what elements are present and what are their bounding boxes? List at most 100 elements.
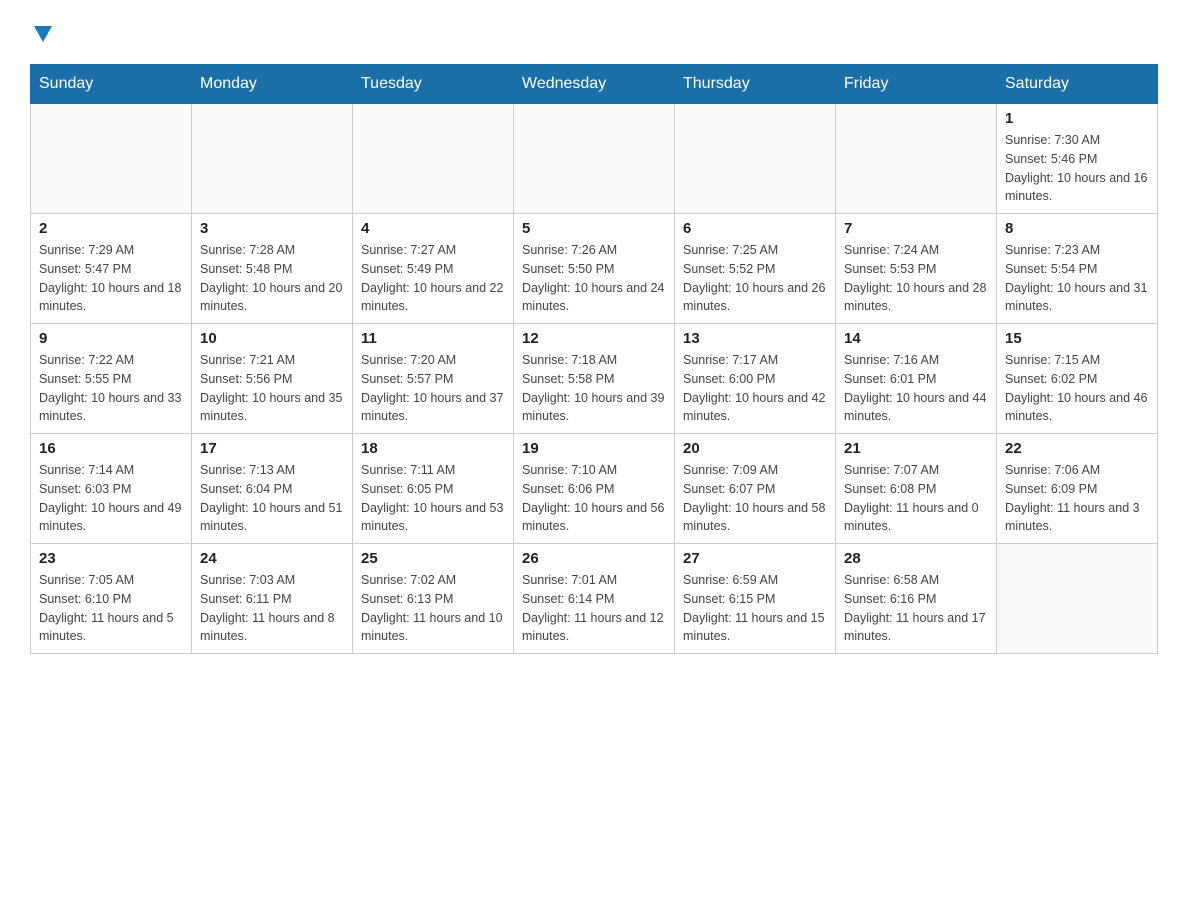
calendar-cell: 27Sunrise: 6:59 AMSunset: 6:15 PMDayligh… (675, 544, 836, 654)
day-number: 28 (844, 550, 988, 567)
calendar-week-row: 9Sunrise: 7:22 AMSunset: 5:55 PMDaylight… (31, 324, 1158, 434)
calendar-week-row: 2 Sunrise: 7:29 AMSunset: 5:47 PMDaylight… (31, 214, 1158, 324)
day-number: 14 (844, 330, 988, 347)
calendar-cell (836, 104, 997, 214)
calendar-day-header: Tuesday (353, 65, 514, 104)
day-info: Sunrise: 7:05 AMSunset: 6:10 PMDaylight:… (39, 571, 183, 646)
day-info: Sunrise: 7:28 AMSunset: 5:48 PMDaylight:… (200, 241, 344, 316)
calendar-cell: 8 Sunrise: 7:23 AMSunset: 5:54 PMDaylight… (997, 214, 1158, 324)
calendar-cell: 14 Sunrise: 7:16 AMSunset: 6:01 PMDayligh… (836, 324, 997, 434)
day-number: 1 (1005, 110, 1149, 127)
day-info: Sunrise: 7:07 AMSunset: 6:08 PMDaylight:… (844, 461, 988, 536)
day-number: 15 (1005, 330, 1149, 347)
day-info: Sunrise: 7:30 AMSunset: 5:46 PMDaylight:… (1005, 131, 1149, 206)
day-info: Sunrise: 7:21 AMSunset: 5:56 PMDaylight:… (200, 351, 344, 426)
day-info: Sunrise: 7:06 AMSunset: 6:09 PMDaylight:… (1005, 461, 1149, 536)
calendar-week-row: 16Sunrise: 7:14 AMSunset: 6:03 PMDayligh… (31, 434, 1158, 544)
calendar-cell: 1 Sunrise: 7:30 AMSunset: 5:46 PMDaylight… (997, 104, 1158, 214)
calendar-table: SundayMondayTuesdayWednesdayThursdayFrid… (30, 64, 1158, 654)
day-number: 16 (39, 440, 183, 457)
day-info: Sunrise: 7:29 AMSunset: 5:47 PMDaylight:… (39, 241, 183, 316)
calendar-cell: 25 Sunrise: 7:02 AMSunset: 6:13 PMDayligh… (353, 544, 514, 654)
calendar-header-row: SundayMondayTuesdayWednesdayThursdayFrid… (31, 65, 1158, 104)
day-number: 10 (200, 330, 344, 347)
calendar-cell: 11 Sunrise: 7:20 AMSunset: 5:57 PMDayligh… (353, 324, 514, 434)
calendar-cell (997, 544, 1158, 654)
calendar-cell: 9Sunrise: 7:22 AMSunset: 5:55 PMDaylight… (31, 324, 192, 434)
calendar-day-header: Friday (836, 65, 997, 104)
day-info: Sunrise: 7:25 AMSunset: 5:52 PMDaylight:… (683, 241, 827, 316)
calendar-cell: 5 Sunrise: 7:26 AMSunset: 5:50 PMDaylight… (514, 214, 675, 324)
day-number: 6 (683, 220, 827, 237)
day-number: 8 (1005, 220, 1149, 237)
calendar-cell: 10 Sunrise: 7:21 AMSunset: 5:56 PMDayligh… (192, 324, 353, 434)
calendar-day-header: Sunday (31, 65, 192, 104)
day-number: 20 (683, 440, 827, 457)
calendar-cell: 28Sunrise: 6:58 AMSunset: 6:16 PMDayligh… (836, 544, 997, 654)
calendar-week-row: 1 Sunrise: 7:30 AMSunset: 5:46 PMDaylight… (31, 104, 1158, 214)
calendar-cell: 7 Sunrise: 7:24 AMSunset: 5:53 PMDaylight… (836, 214, 997, 324)
day-number: 25 (361, 550, 505, 567)
calendar-cell: 22 Sunrise: 7:06 AMSunset: 6:09 PMDayligh… (997, 434, 1158, 544)
day-number: 13 (683, 330, 827, 347)
day-info: Sunrise: 7:13 AMSunset: 6:04 PMDaylight:… (200, 461, 344, 536)
day-number: 3 (200, 220, 344, 237)
calendar-cell: 13 Sunrise: 7:17 AMSunset: 6:00 PMDayligh… (675, 324, 836, 434)
calendar-cell (31, 104, 192, 214)
day-number: 7 (844, 220, 988, 237)
logo-triangle-icon (32, 22, 54, 44)
calendar-cell: 21 Sunrise: 7:07 AMSunset: 6:08 PMDayligh… (836, 434, 997, 544)
day-number: 5 (522, 220, 666, 237)
day-info: Sunrise: 7:15 AMSunset: 6:02 PMDaylight:… (1005, 351, 1149, 426)
day-info: Sunrise: 7:24 AMSunset: 5:53 PMDaylight:… (844, 241, 988, 316)
calendar-cell: 6 Sunrise: 7:25 AMSunset: 5:52 PMDaylight… (675, 214, 836, 324)
calendar-cell: 2 Sunrise: 7:29 AMSunset: 5:47 PMDaylight… (31, 214, 192, 324)
calendar-cell (192, 104, 353, 214)
calendar-cell: 4 Sunrise: 7:27 AMSunset: 5:49 PMDaylight… (353, 214, 514, 324)
calendar-day-header: Wednesday (514, 65, 675, 104)
page-header (30, 20, 1158, 44)
calendar-cell: 23 Sunrise: 7:05 AMSunset: 6:10 PMDayligh… (31, 544, 192, 654)
day-number: 23 (39, 550, 183, 567)
day-info: Sunrise: 7:22 AMSunset: 5:55 PMDaylight:… (39, 351, 183, 426)
calendar-cell: 3 Sunrise: 7:28 AMSunset: 5:48 PMDaylight… (192, 214, 353, 324)
day-number: 24 (200, 550, 344, 567)
day-number: 21 (844, 440, 988, 457)
day-info: Sunrise: 7:17 AMSunset: 6:00 PMDaylight:… (683, 351, 827, 426)
calendar-cell: 26 Sunrise: 7:01 AMSunset: 6:14 PMDayligh… (514, 544, 675, 654)
day-number: 26 (522, 550, 666, 567)
day-info: Sunrise: 7:03 AMSunset: 6:11 PMDaylight:… (200, 571, 344, 646)
day-number: 4 (361, 220, 505, 237)
calendar-cell: 24 Sunrise: 7:03 AMSunset: 6:11 PMDayligh… (192, 544, 353, 654)
day-number: 2 (39, 220, 183, 237)
day-info: Sunrise: 7:16 AMSunset: 6:01 PMDaylight:… (844, 351, 988, 426)
day-info: Sunrise: 7:09 AMSunset: 6:07 PMDaylight:… (683, 461, 827, 536)
day-number: 12 (522, 330, 666, 347)
calendar-cell: 20 Sunrise: 7:09 AMSunset: 6:07 PMDayligh… (675, 434, 836, 544)
calendar-cell (514, 104, 675, 214)
calendar-day-header: Saturday (997, 65, 1158, 104)
day-info: Sunrise: 7:27 AMSunset: 5:49 PMDaylight:… (361, 241, 505, 316)
calendar-cell: 19Sunrise: 7:10 AMSunset: 6:06 PMDayligh… (514, 434, 675, 544)
day-info: Sunrise: 7:01 AMSunset: 6:14 PMDaylight:… (522, 571, 666, 646)
day-info: Sunrise: 7:20 AMSunset: 5:57 PMDaylight:… (361, 351, 505, 426)
day-number: 17 (200, 440, 344, 457)
day-info: Sunrise: 7:02 AMSunset: 6:13 PMDaylight:… (361, 571, 505, 646)
logo (30, 20, 54, 44)
day-number: 22 (1005, 440, 1149, 457)
calendar-cell (675, 104, 836, 214)
calendar-cell: 12Sunrise: 7:18 AMSunset: 5:58 PMDayligh… (514, 324, 675, 434)
calendar-cell (353, 104, 514, 214)
day-info: Sunrise: 7:11 AMSunset: 6:05 PMDaylight:… (361, 461, 505, 536)
day-info: Sunrise: 7:23 AMSunset: 5:54 PMDaylight:… (1005, 241, 1149, 316)
calendar-day-header: Monday (192, 65, 353, 104)
day-number: 11 (361, 330, 505, 347)
calendar-day-header: Thursday (675, 65, 836, 104)
day-number: 18 (361, 440, 505, 457)
calendar-week-row: 23 Sunrise: 7:05 AMSunset: 6:10 PMDayligh… (31, 544, 1158, 654)
calendar-cell: 16Sunrise: 7:14 AMSunset: 6:03 PMDayligh… (31, 434, 192, 544)
day-info: Sunrise: 7:26 AMSunset: 5:50 PMDaylight:… (522, 241, 666, 316)
day-info: Sunrise: 6:59 AMSunset: 6:15 PMDaylight:… (683, 571, 827, 646)
calendar-cell: 17 Sunrise: 7:13 AMSunset: 6:04 PMDayligh… (192, 434, 353, 544)
day-number: 19 (522, 440, 666, 457)
